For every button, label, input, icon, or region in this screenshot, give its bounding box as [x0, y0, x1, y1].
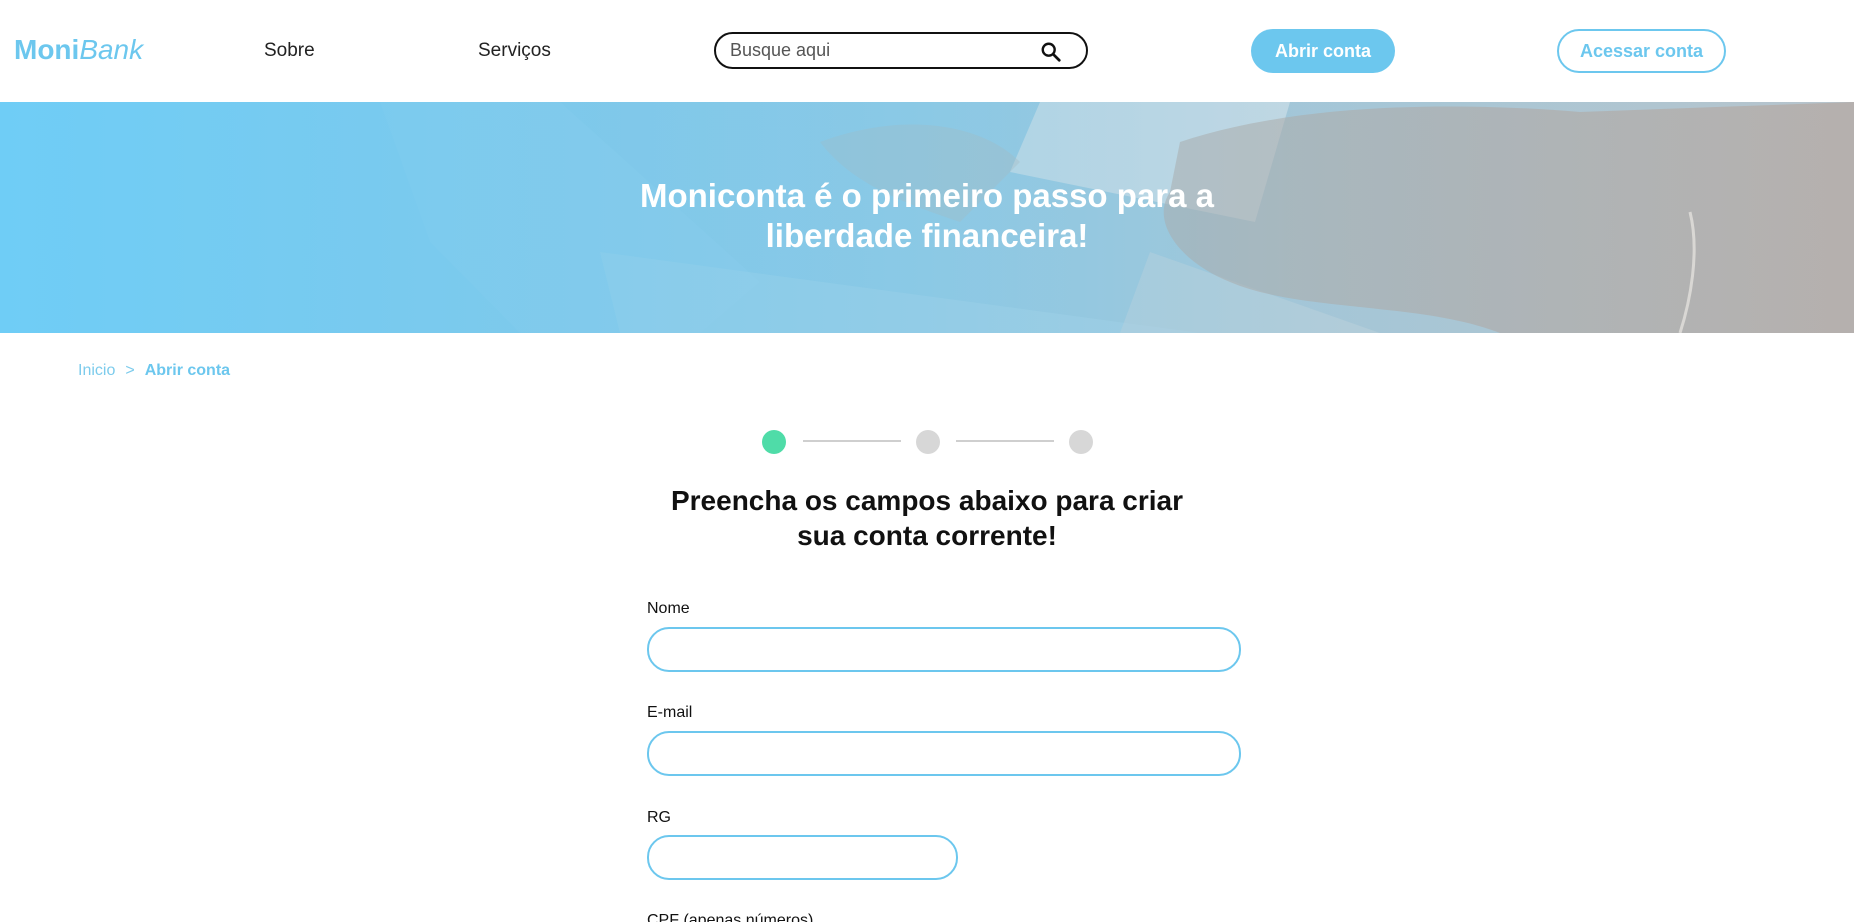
step-2-indicator — [916, 430, 940, 454]
nav-link-servicos[interactable]: Serviços — [478, 40, 551, 62]
search-box — [714, 32, 1088, 69]
name-field[interactable] — [647, 627, 1241, 672]
step-1-indicator — [762, 430, 786, 454]
hero-banner: Moniconta é o primeiro passo para a libe… — [0, 102, 1854, 333]
hero-title-line1: Moniconta é o primeiro passo para a — [640, 177, 1214, 214]
nav-link-sobre[interactable]: Sobre — [264, 40, 315, 62]
form-title-line1: Preencha os campos abaixo para criar — [670, 485, 1184, 516]
hero-title-line2: liberdade financeira! — [765, 217, 1089, 254]
logo-moni: Moni — [14, 34, 80, 65]
access-account-button[interactable]: Acessar conta — [1557, 29, 1726, 73]
step-connector — [803, 440, 901, 442]
breadcrumb-separator: > — [125, 362, 135, 379]
step-connector — [956, 440, 1054, 442]
search-icon[interactable] — [1040, 41, 1062, 63]
rg-field[interactable] — [647, 835, 958, 880]
cpf-label: CPF (apenas números) — [647, 912, 814, 922]
email-field[interactable] — [647, 731, 1241, 776]
breadcrumb-current: Abrir conta — [144, 362, 231, 379]
logo-bank: Bank — [79, 34, 144, 65]
email-label: E-mail — [647, 704, 693, 721]
open-account-button[interactable]: Abrir conta — [1251, 29, 1395, 73]
form-title: Preencha os campos abaixo para criar sua… — [627, 483, 1227, 553]
hero-title: Moniconta é o primeiro passo para a libe… — [527, 176, 1327, 256]
rg-label: RG — [647, 809, 671, 826]
site-header: MoniBank Sobre Serviços Abrir conta Aces… — [0, 0, 1854, 102]
name-label: Nome — [647, 600, 690, 617]
monibank-logo[interactable]: MoniBank — [14, 34, 143, 66]
form-title-line2: sua conta corrente! — [797, 520, 1057, 551]
breadcrumb: Inicio > Abrir conta — [78, 362, 230, 380]
search-input[interactable] — [730, 38, 1030, 63]
breadcrumb-home-link[interactable]: Inicio — [78, 362, 115, 379]
step-3-indicator — [1069, 430, 1093, 454]
